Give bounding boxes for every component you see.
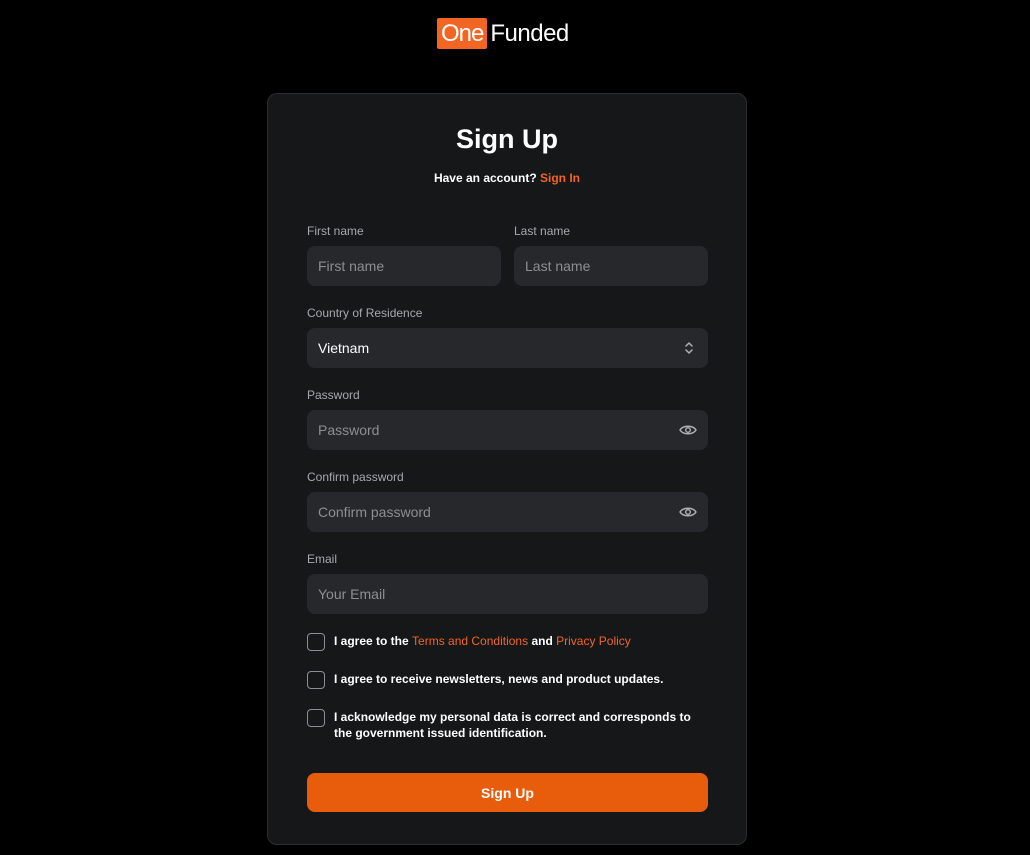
- newsletter-checkbox[interactable]: [307, 671, 325, 689]
- data-ack-checkbox-label: I acknowledge my personal data is correc…: [334, 710, 691, 740]
- country-select[interactable]: Vietnam: [307, 328, 708, 368]
- have-account-text: Have an account? Sign In: [268, 171, 746, 185]
- last-name-label: Last name: [514, 224, 571, 238]
- newsletter-checkbox-label: I agree to receive newsletters, news and…: [334, 672, 664, 686]
- password-field[interactable]: [307, 410, 708, 450]
- confirm-password-field[interactable]: [307, 492, 708, 532]
- terms-checkbox-row: I agree to the Terms and Conditions and …: [307, 633, 631, 651]
- password-label: Password: [307, 388, 360, 402]
- country-label: Country of Residence: [307, 306, 423, 320]
- have-account-label: Have an account?: [433, 171, 537, 185]
- country-select-value: Vietnam: [318, 340, 370, 356]
- newsletter-checkbox-row: I agree to receive newsletters, news and…: [307, 671, 663, 689]
- privacy-policy-link[interactable]: Privacy Policy: [556, 634, 631, 648]
- first-name-label: First name: [307, 224, 364, 238]
- terms-checkbox[interactable]: [307, 633, 325, 651]
- first-name-field[interactable]: [307, 246, 501, 286]
- sign-in-link[interactable]: Sign In: [540, 171, 580, 185]
- terms-link[interactable]: Terms and Conditions: [412, 634, 528, 648]
- data-ack-checkbox-row: I acknowledge my personal data is correc…: [307, 709, 708, 741]
- signup-card: Sign Up Have an account? Sign In First n…: [267, 93, 747, 845]
- eye-icon[interactable]: [679, 424, 697, 436]
- brand-logo-badge: One: [437, 18, 488, 49]
- data-ack-checkbox[interactable]: [307, 709, 325, 727]
- eye-icon[interactable]: [679, 506, 697, 518]
- confirm-password-label: Confirm password: [307, 470, 404, 484]
- terms-prefix: I agree to the: [334, 634, 409, 648]
- last-name-field[interactable]: [514, 246, 708, 286]
- chevron-up-down-icon: [685, 342, 693, 354]
- email-field[interactable]: [307, 574, 708, 614]
- page-title: Sign Up: [456, 124, 558, 154]
- brand-logo-text: Funded: [490, 19, 569, 47]
- sign-up-button[interactable]: Sign Up: [307, 773, 708, 812]
- email-label: Email: [307, 552, 338, 566]
- brand-logo: One Funded: [437, 18, 569, 49]
- terms-and: and: [531, 634, 553, 648]
- terms-checkbox-label: I agree to the Terms and Conditions and …: [334, 633, 631, 649]
